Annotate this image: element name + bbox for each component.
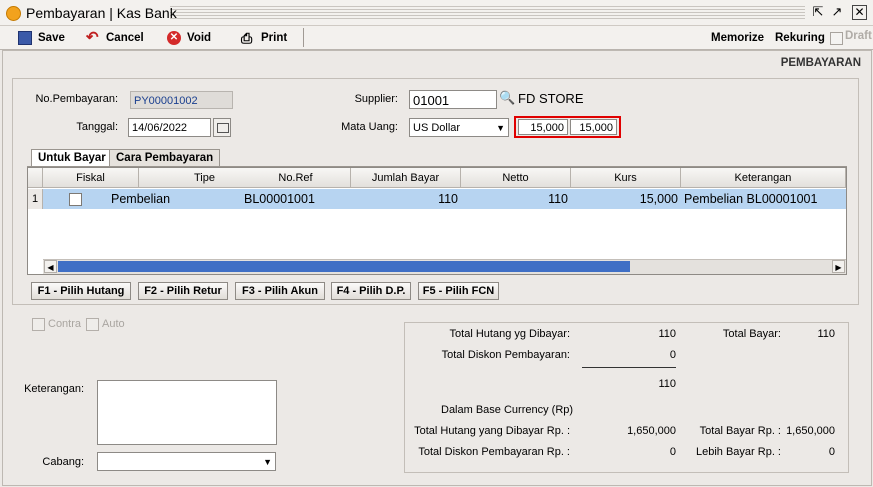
mata-uang-select[interactable]: US Dollar ▼ [409, 118, 509, 137]
void-icon: ✕ [167, 30, 181, 45]
total-diskon-value: 0 [669, 349, 676, 361]
printer-icon: ⎙ [241, 29, 253, 46]
auto-label: Auto [102, 318, 125, 330]
scroll-right-icon[interactable]: ▶ [832, 260, 845, 273]
hutang-rp-value: 1,650,000 [627, 425, 676, 437]
window-title: Pembayaran | Kas Bank [26, 5, 177, 21]
col-jumlah-bayar[interactable]: Jumlah Bayar [351, 168, 461, 188]
rate-field-1[interactable]: 15,000 [518, 119, 568, 135]
app-icon [6, 6, 21, 21]
cell-keterangan: Pembelian BL00001001 [684, 192, 818, 206]
total-bayar-value: 110 [817, 328, 835, 340]
scroll-thumb[interactable] [58, 261, 630, 272]
cell-jumlah: 110 [438, 192, 458, 206]
cell-noref: BL00001001 [244, 192, 315, 206]
bayar-rp-value: 1,650,000 [786, 425, 835, 437]
supplier-search-icon[interactable]: 🔍 [499, 90, 515, 106]
print-button[interactable]: ⎙ Print [241, 29, 287, 46]
undo-icon: ↶ [86, 28, 99, 46]
keterangan-textarea[interactable] [97, 380, 277, 445]
chevron-down-icon: ▼ [263, 457, 272, 467]
fiskal-checkbox[interactable] [69, 193, 82, 206]
cell-kurs: 15,000 [639, 192, 678, 206]
chevron-down-icon: ▼ [496, 123, 505, 133]
total-hutang-label: Total Hutang yg Dibayar: [449, 328, 570, 340]
pilih-fcn-button[interactable]: F5 - Pilih FCN [418, 282, 499, 300]
pilih-hutang-button[interactable]: F1 - Pilih Hutang [31, 282, 131, 300]
col-noref[interactable]: No.Ref [241, 168, 351, 188]
tab-untuk-bayar[interactable]: Untuk Bayar [31, 149, 113, 167]
bayar-rp-label: Total Bayar Rp. : [699, 425, 781, 437]
supplier-code-field[interactable]: 01001 [409, 90, 497, 109]
draft-checkbox[interactable] [830, 32, 843, 45]
auto-checkbox[interactable] [86, 318, 99, 331]
total-diskon-label: Total Diskon Pembayaran: [441, 349, 570, 361]
col-keterangan[interactable]: Keterangan [681, 168, 846, 188]
col-netto[interactable]: Netto [461, 168, 571, 188]
no-pembayaran-label: No.Pembayaran: [35, 93, 118, 105]
tab-cara-pembayaran[interactable]: Cara Pembayaran [109, 149, 221, 167]
memorize-button[interactable]: Memorize [711, 29, 764, 46]
draft-label: Draft [845, 30, 872, 42]
save-button[interactable]: Save [18, 29, 65, 46]
calendar-icon [217, 123, 229, 133]
save-icon [18, 30, 32, 45]
lebih-bayar-value: 0 [828, 446, 835, 458]
rekuring-button[interactable]: Rekuring [775, 29, 825, 46]
cell-netto: 110 [548, 192, 568, 206]
cabang-select[interactable]: ▼ [97, 452, 276, 471]
pilih-retur-button[interactable]: F2 - Pilih Retur [138, 282, 228, 300]
close-icon[interactable]: ✕ [852, 5, 867, 20]
supplier-name: FD STORE [518, 91, 584, 106]
cabang-label: Cabang: [42, 456, 84, 468]
no-pembayaran-field: PY00001002 [130, 91, 233, 109]
contra-label: Contra [48, 318, 82, 330]
calendar-button[interactable] [213, 118, 231, 137]
maximize-icon[interactable]: ↗ [829, 4, 845, 20]
tanggal-field[interactable]: 14/06/2022 [128, 118, 211, 137]
payment-grid: Fiskal Tipe No.Ref Jumlah Bayar Netto Ku… [27, 167, 847, 275]
contra-checkbox[interactable] [32, 318, 45, 331]
tanggal-label: Tanggal: [76, 121, 118, 133]
diskon-rp-label: Total Diskon Pembayaran Rp. : [418, 446, 570, 458]
scroll-left-icon[interactable]: ◀ [44, 260, 57, 273]
pilih-dp-button[interactable]: F4 - Pilih D.P. [331, 282, 411, 300]
total-hutang-value: 110 [658, 328, 676, 340]
mata-uang-label: Mata Uang: [341, 121, 398, 133]
sum-divider [582, 367, 676, 368]
restore-icon[interactable]: ⇱ [810, 4, 826, 20]
col-fiskal[interactable]: Fiskal [43, 168, 139, 188]
hutang-rp-label: Total Hutang yang Dibayar Rp. : [414, 425, 570, 437]
lebih-bayar-label: Lebih Bayar Rp. : [696, 446, 781, 458]
subtotal-value: 110 [658, 378, 676, 390]
cell-tipe: Pembelian [111, 192, 171, 206]
col-kurs[interactable]: Kurs [571, 168, 681, 188]
page-heading: PEMBAYARAN [780, 57, 861, 69]
diskon-rp-value: 0 [669, 446, 676, 458]
pilih-akun-button[interactable]: F3 - Pilih Akun [235, 282, 325, 300]
supplier-label: Supplier: [354, 93, 398, 105]
base-currency-label: Dalam Base Currency (Rp) [441, 404, 574, 416]
row-number: 1 [28, 189, 43, 209]
void-button[interactable]: ✕ Void [167, 29, 211, 46]
rate-field-2[interactable]: 15,000 [570, 119, 617, 135]
total-bayar-label: Total Bayar: [722, 328, 781, 340]
cancel-button[interactable]: ↶ Cancel [86, 29, 144, 46]
keterangan-label: Keterangan: [24, 383, 84, 395]
